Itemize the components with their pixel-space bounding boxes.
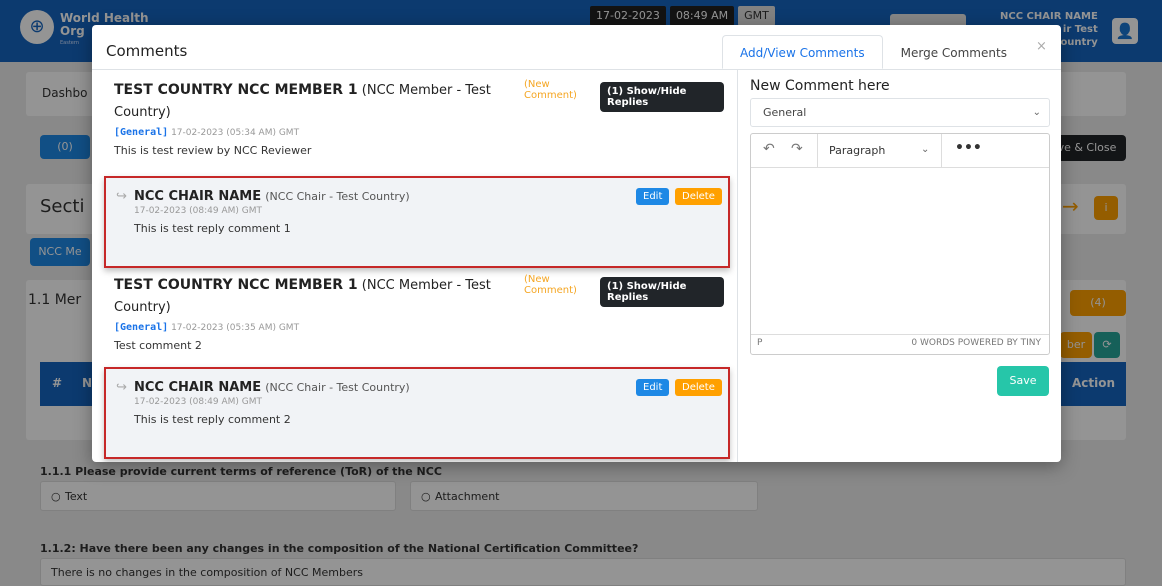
delete-reply-button[interactable]: Delete [675,188,722,205]
close-icon[interactable]: × [1036,39,1047,54]
edit-reply-button[interactable]: Edit [636,188,670,205]
modal-title: Comments [106,42,188,60]
comment-body: Test comment 2 [114,339,202,352]
new-comment-badge: (New Comment) [524,79,577,101]
chevron-down-icon[interactable]: ⌄ [921,144,929,155]
comments-modal: Comments Add/View Comments Merge Comment… [92,25,1061,462]
redo-icon[interactable]: ↷ [791,141,803,157]
more-options-icon[interactable]: ••• [955,140,982,156]
modal-tabs: Add/View Comments Merge Comments [722,35,1025,69]
editor-toolbar: ↶ ↷ Paragraph ⌄ ••• [751,134,1049,168]
save-button[interactable]: Save [997,366,1049,396]
rich-text-editor[interactable]: ↶ ↷ Paragraph ⌄ ••• P 0 WORDS POWERED BY… [750,133,1050,355]
reply-item: ↪ NCC CHAIR NAME (NCC Chair - Test Count… [104,367,730,459]
category-select[interactable]: General ⌄ [750,98,1050,127]
comment-body: This is test review by NCC Reviewer [114,144,312,157]
new-comment-badge: (New Comment) [524,274,577,296]
reply-author: NCC CHAIR NAME (NCC Chair - Test Country… [134,189,410,204]
editor-statusbar: P 0 WORDS POWERED BY TINY [751,334,1049,354]
tab-merge-comments[interactable]: Merge Comments [883,35,1025,69]
comment-date: 17-02-2023 (05:34 AM) GMT [171,128,300,138]
new-comment-title: New Comment here [750,78,890,94]
tab-add-view-comments[interactable]: Add/View Comments [722,35,883,69]
delete-reply-button[interactable]: Delete [675,379,722,396]
new-comment-line1: (New [524,274,550,285]
new-comment-line2: Comment) [524,285,577,296]
comment-author-name: TEST COUNTRY NCC MEMBER 1 [114,277,358,293]
undo-icon[interactable]: ↶ [763,141,775,157]
reply-author-name: NCC CHAIR NAME [134,189,262,204]
new-comment-line2: Comment) [524,90,577,101]
block-format-select[interactable]: Paragraph [829,144,885,157]
comment-date: 17-02-2023 (05:35 AM) GMT [171,323,300,333]
reply-arrow-icon: ↪ [116,380,127,395]
comments-list[interactable]: TEST COUNTRY NCC MEMBER 1 (NCC Member - … [92,70,737,462]
edit-reply-button[interactable]: Edit [636,379,670,396]
comment-item: TEST COUNTRY NCC MEMBER 1 (NCC Member - … [114,274,724,364]
reply-author-role: (NCC Chair - Test Country) [265,190,410,203]
reply-author: NCC CHAIR NAME (NCC Chair - Test Country… [134,380,410,395]
reply-body: This is test reply comment 1 [134,222,291,235]
comment-author: TEST COUNTRY NCC MEMBER 1 (NCC Member - … [114,79,504,124]
panel-divider [737,70,738,462]
comment-category: [General] [114,322,169,333]
reply-date: 17-02-2023 (08:49 AM) GMT [134,206,263,216]
new-comment-line1: (New [524,79,550,90]
comment-author: TEST COUNTRY NCC MEMBER 1 (NCC Member - … [114,274,504,319]
chevron-down-icon: ⌄ [1032,107,1041,118]
toolbar-divider [941,134,942,168]
category-selected-value: General [763,106,807,119]
comment-category: [General] [114,127,169,138]
comment-author-name: TEST COUNTRY NCC MEMBER 1 [114,82,358,98]
reply-body: This is test reply comment 2 [134,413,291,426]
reply-arrow-icon: ↪ [116,189,127,204]
comment-meta: [General] 17-02-2023 (05:35 AM) GMT [114,322,299,333]
element-path: P [757,338,763,348]
reply-item: ↪ NCC CHAIR NAME (NCC Chair - Test Count… [104,176,730,268]
reply-date: 17-02-2023 (08:49 AM) GMT [134,397,263,407]
comment-meta: [General] 17-02-2023 (05:34 AM) GMT [114,127,299,138]
comment-item: TEST COUNTRY NCC MEMBER 1 (NCC Member - … [114,79,724,169]
show-hide-replies-button[interactable]: (1) Show/Hide Replies [600,277,724,307]
toolbar-divider [817,134,818,168]
reply-author-role: (NCC Chair - Test Country) [265,381,410,394]
show-hide-replies-button[interactable]: (1) Show/Hide Replies [600,82,724,112]
reply-author-name: NCC CHAIR NAME [134,380,262,395]
word-count: 0 WORDS POWERED BY TINY [911,338,1041,348]
